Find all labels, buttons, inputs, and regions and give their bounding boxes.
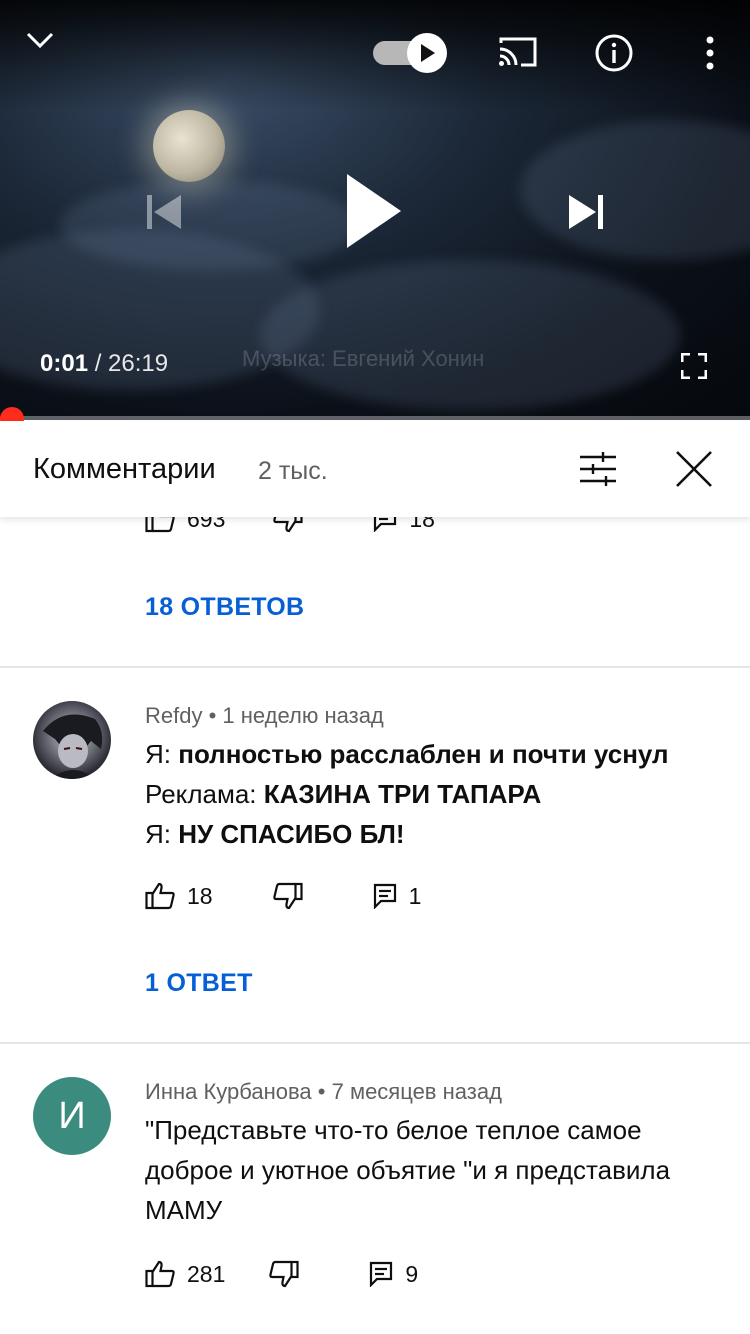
view-replies-link[interactable]: 1 ОТВЕТ: [145, 969, 253, 998]
like-count: 693: [187, 517, 226, 532]
comment-time: • 7 месяцев назад: [317, 1079, 502, 1104]
thumb-down-icon: [273, 517, 303, 533]
video-player[interactable]: 0:01 / 26:19 Музыка: Евгений Хонин: [0, 0, 750, 420]
comment-actions: 281 9: [145, 1260, 418, 1288]
skip-next-icon[interactable]: [564, 190, 610, 234]
comments-title: Комментарии: [33, 453, 216, 485]
reply-count: 18: [409, 517, 435, 532]
thumb-up-icon: [145, 882, 175, 910]
thumb-down-icon: [272, 882, 303, 910]
comment-author[interactable]: Refdy: [145, 703, 202, 728]
reply-button[interactable]: 1: [373, 882, 422, 910]
sort-filter-icon[interactable]: [578, 451, 618, 487]
current-time: 0:01: [40, 350, 89, 377]
comment-icon: [370, 1261, 393, 1287]
time-display: 0:01 / 26:19: [40, 350, 168, 378]
autoplay-toggle[interactable]: [373, 33, 447, 73]
comment-meta: Инна Курбанова • 7 месяцев назад: [145, 1079, 502, 1105]
comment-text: "Представьте что-то белое теплое самое д…: [145, 1115, 671, 1225]
like-count: 281: [187, 1260, 226, 1287]
thumb-up-icon: [145, 1260, 175, 1288]
fullscreen-icon[interactable]: [680, 352, 708, 380]
comment-actions: 693 18: [145, 517, 435, 533]
reply-button[interactable]: 9: [369, 1261, 418, 1288]
cloud-decoration: [60, 180, 360, 270]
play-icon[interactable]: [338, 170, 408, 252]
like-button[interactable]: 281: [145, 1260, 225, 1288]
cloud-decoration: [260, 260, 680, 410]
cloud-decoration: [520, 120, 750, 260]
more-vertical-icon[interactable]: [698, 34, 722, 72]
autoplay-play-icon: [407, 33, 447, 73]
view-replies-link[interactable]: 18 ОТВЕТОВ: [145, 593, 304, 622]
progress-bar[interactable]: [0, 416, 750, 420]
comments-header: Комментарии 2 тыс.: [0, 421, 750, 517]
close-icon[interactable]: [674, 449, 714, 489]
comment-time: • 1 неделю назад: [208, 703, 384, 728]
cast-icon[interactable]: [496, 34, 540, 70]
duration: / 26:19: [94, 350, 169, 377]
thumb-down-icon: [269, 1260, 299, 1288]
comments-list[interactable]: 693 18 18 ОТВЕТОВ Refdy • 1 неделю назад: [0, 517, 750, 1334]
reply-count: 1: [408, 882, 422, 909]
dislike-button[interactable]: [269, 1260, 299, 1288]
comment-divider: [0, 666, 750, 668]
chevron-down-icon[interactable]: [22, 24, 58, 56]
info-icon[interactable]: [593, 32, 635, 74]
comments-count: 2 тыс.: [258, 457, 328, 485]
comment-line: Реклама: КАЗИНА ТРИ ТАПАРА: [145, 779, 542, 809]
comment-icon: [374, 517, 397, 532]
like-button[interactable]: 18: [145, 882, 213, 910]
thumb-up-icon: [145, 517, 175, 533]
comment-actions: 18 1: [145, 882, 421, 910]
comment-icon: [373, 883, 396, 909]
comment-line: Я: НУ СПАСИБО БЛ!: [145, 819, 405, 849]
moon-image: [153, 110, 225, 182]
comment-author[interactable]: Инна Курбанова: [145, 1079, 312, 1104]
dislike-button[interactable]: [273, 517, 303, 533]
video-caption: Музыка: Евгений Хонин: [242, 346, 485, 371]
dislike-button[interactable]: [272, 882, 303, 910]
avatar-letter: И: [58, 1094, 86, 1137]
comment-meta: Refdy • 1 неделю назад: [145, 703, 384, 729]
reply-count: 9: [405, 1260, 419, 1287]
like-count: 18: [187, 882, 213, 909]
comment-divider: [0, 1042, 750, 1044]
comment-line: Я: полностью расслаблен и почти уснул: [145, 739, 669, 769]
avatar[interactable]: [33, 701, 111, 779]
comment-text: Я: полностью расслаблен и почти уснул Ре…: [145, 734, 725, 854]
avatar[interactable]: И: [33, 1077, 111, 1155]
skip-previous-icon[interactable]: [140, 190, 186, 234]
reply-button[interactable]: 18: [373, 517, 435, 533]
like-button[interactable]: 693: [145, 517, 225, 533]
